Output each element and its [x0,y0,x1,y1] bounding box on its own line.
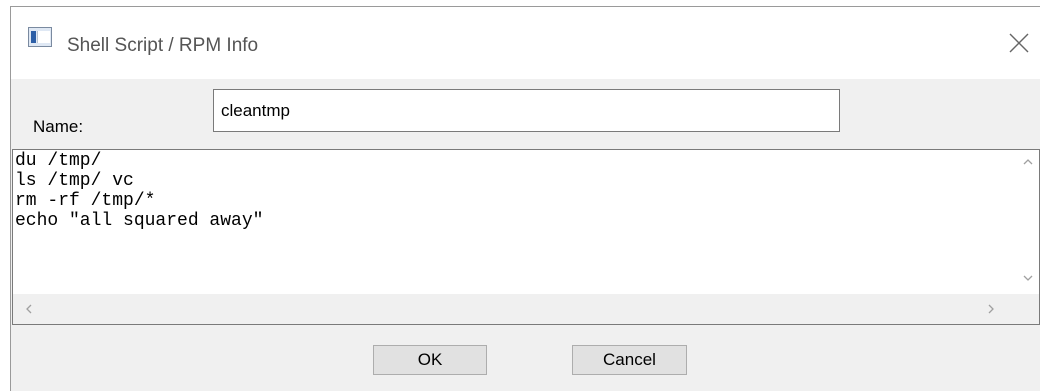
title-bar: Shell Script / RPM Info [11,7,1040,79]
vertical-scrollbar[interactable] [1017,150,1039,294]
window-title: Shell Script / RPM Info [67,35,259,56]
script-line: du /tmp/ [15,151,102,171]
cancel-button[interactable]: Cancel [572,345,687,375]
name-row: Name: [11,79,1040,149]
name-label: Name: [33,117,84,136]
name-input[interactable] [213,89,840,132]
script-line: echo "all squared away" [15,211,264,231]
horizontal-scrollbar[interactable] [13,294,1039,324]
close-icon [1009,33,1029,53]
script-text[interactable]: du /tmp/ ls /tmp/ vc rm -rf /tmp/* echo … [15,151,263,231]
scroll-left-icon[interactable] [23,303,35,315]
script-editor[interactable]: du /tmp/ ls /tmp/ vc rm -rf /tmp/* echo … [12,149,1040,325]
scroll-down-icon[interactable] [1022,272,1034,284]
script-line: ls /tmp/ vc [15,171,134,191]
ok-button[interactable]: OK [373,345,487,375]
close-button[interactable] [1005,29,1033,57]
shell-script-dialog: Shell Script / RPM Info Name: du /tmp/ l… [10,6,1040,391]
scroll-up-icon[interactable] [1022,156,1034,168]
scroll-right-icon[interactable] [985,303,997,315]
script-line: rm -rf /tmp/* [15,191,156,211]
app-window-icon [28,27,52,47]
